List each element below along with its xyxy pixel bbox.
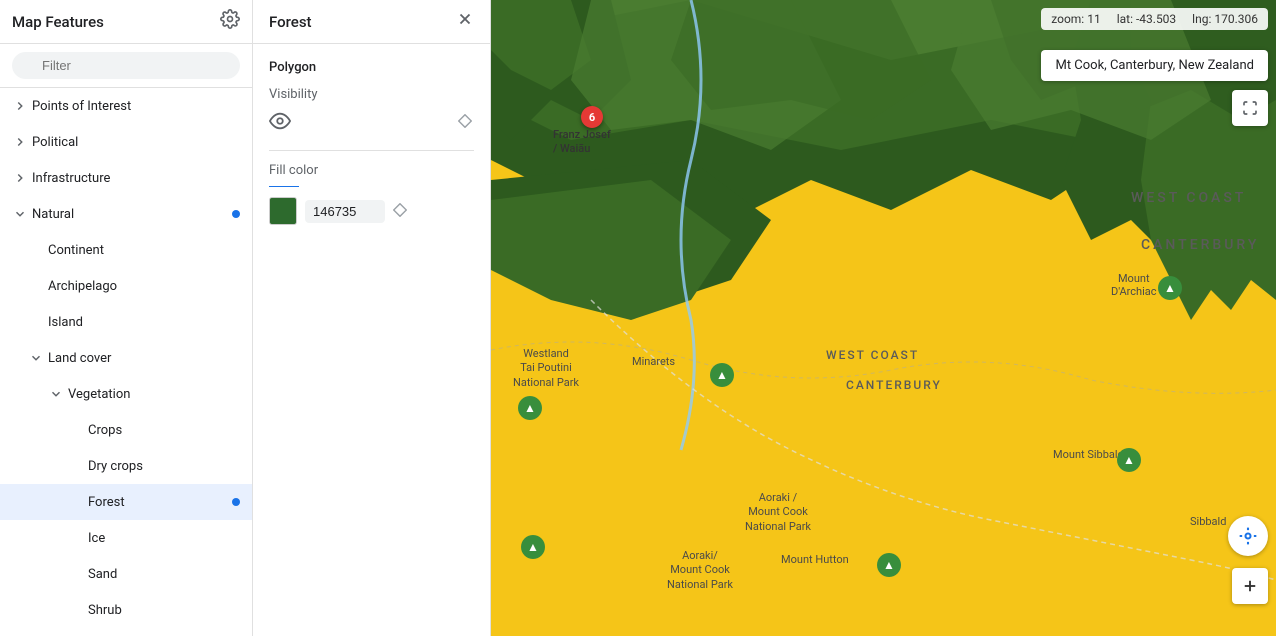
- sidebar-label-island: Island: [48, 315, 240, 330]
- location-button[interactable]: [1228, 516, 1268, 556]
- location-label: Mt Cook, Canterbury, New Zealand: [1041, 50, 1268, 81]
- sidebar-label-vegetation: Vegetation: [68, 387, 240, 402]
- sidebar-header: Map Features: [0, 0, 252, 44]
- park-minarets: Minarets: [632, 355, 675, 369]
- sidebar-item-archipelago[interactable]: Archipelago: [0, 268, 252, 304]
- sidebar-label-natural: Natural: [32, 207, 232, 222]
- minus-line[interactable]: [269, 186, 299, 187]
- panel-body: Polygon Visibility Fill color: [253, 44, 490, 241]
- sidebar-item-natural[interactable]: Natural: [0, 196, 252, 232]
- sidebar-item-forest[interactable]: Forest: [0, 484, 252, 520]
- sidebar-item-continent[interactable]: Continent: [0, 232, 252, 268]
- chevron-icon-points-of-interest: [12, 98, 28, 114]
- chevron-icon-natural: [12, 206, 28, 222]
- filter-input[interactable]: [12, 52, 240, 79]
- park-icon-mount-hutton: ▲: [877, 553, 901, 577]
- park-icon-darchiac: ▲: [1158, 276, 1182, 300]
- fill-color-label: Fill color: [269, 163, 474, 178]
- sidebar-label-sand: Sand: [88, 567, 240, 582]
- fill-color-controls: [269, 186, 299, 187]
- park-icon-westland: ▲: [518, 396, 542, 420]
- eye-icon[interactable]: [269, 110, 293, 134]
- nav-dot-forest: [232, 498, 240, 506]
- lng-label: lng: 170.306: [1192, 12, 1258, 26]
- panel-title: Forest: [269, 13, 312, 31]
- sidebar-item-infrastructure[interactable]: Infrastructure: [0, 160, 252, 196]
- sidebar-item-vegetation[interactable]: Vegetation: [0, 376, 252, 412]
- map-svg: [491, 0, 1276, 636]
- lat-label: lat: -43.503: [1117, 12, 1176, 26]
- sidebar-label-infrastructure: Infrastructure: [32, 171, 240, 186]
- divider: [269, 150, 474, 151]
- sidebar-item-crops[interactable]: Crops: [0, 412, 252, 448]
- gear-icon[interactable]: [220, 9, 240, 34]
- polygon-label: Polygon: [269, 60, 474, 75]
- diamond-icon-visibility[interactable]: [458, 114, 474, 130]
- map-pin[interactable]: 6: [581, 106, 603, 128]
- region-canterbury: CANTERBURY: [1141, 237, 1259, 253]
- panel-header: Forest: [253, 0, 490, 44]
- sidebar-item-tundra[interactable]: Tundra: [0, 628, 252, 636]
- park-westland: WestlandTai PoutiniNational Park: [513, 347, 579, 390]
- nav-dot-natural: [232, 210, 240, 218]
- filter-bar: [0, 44, 252, 88]
- detail-panel: Forest Polygon Visibility Fi: [253, 0, 491, 636]
- sidebar-label-land-cover: Land cover: [48, 351, 240, 366]
- sidebar-title: Map Features: [12, 13, 104, 31]
- chevron-icon-land-cover: [28, 350, 44, 366]
- sidebar-item-shrub[interactable]: Shrub: [0, 592, 252, 628]
- chevron-icon-infrastructure: [12, 170, 28, 186]
- sidebar-label-ice: Ice: [88, 531, 240, 546]
- region-west-coast-2: WEST COAST: [826, 348, 919, 362]
- sidebar-label-crops: Crops: [88, 423, 240, 438]
- sidebar-item-land-cover[interactable]: Land cover: [0, 340, 252, 376]
- zoom-value: 11: [1087, 12, 1101, 26]
- lng-value: 170.306: [1214, 12, 1258, 26]
- sidebar-label-continent: Continent: [48, 243, 240, 258]
- park-mount-hutton: Mount Hutton: [781, 553, 849, 567]
- mountain-sibbald: Mount Sibbald: [1053, 448, 1124, 461]
- sidebar: Map Features Points of Interest Political…: [0, 0, 253, 636]
- sidebar-item-sand[interactable]: Sand: [0, 556, 252, 592]
- park-icon-sibbald: ▲: [1117, 448, 1141, 472]
- map-container[interactable]: zoom: 11 lat: -43.503 lng: 170.306 Mt Co…: [491, 0, 1276, 636]
- park-aoraki-1: Aoraki /Mount CookNational Park: [745, 491, 811, 534]
- chevron-icon-vegetation: [48, 386, 64, 402]
- lat-value: -43.503: [1136, 12, 1176, 26]
- zoom-plus-button[interactable]: [1232, 568, 1268, 604]
- region-west-coast: WEST COAST: [1131, 190, 1246, 206]
- mountain-sibbald-2: Sibbald: [1190, 515, 1226, 528]
- chevron-icon-political: [12, 134, 28, 150]
- region-canterbury-2: CANTERBURY: [846, 378, 942, 392]
- sidebar-label-political: Political: [32, 135, 240, 150]
- color-value-row: [269, 197, 474, 225]
- diamond-icon-color[interactable]: [393, 203, 409, 219]
- park-aoraki-2: Aoraki/Mount CookNational Park: [667, 549, 733, 592]
- nav-list: Points of Interest Political Infrastructur…: [0, 88, 252, 636]
- fill-color-row: [269, 186, 474, 187]
- sidebar-item-island[interactable]: Island: [0, 304, 252, 340]
- sidebar-label-dry-crops: Dry crops: [88, 459, 240, 474]
- mountain-darchiac: MountD'Archiac: [1111, 272, 1157, 298]
- map-info-bar: zoom: 11 lat: -43.503 lng: 170.306: [1041, 8, 1268, 30]
- sidebar-label-points-of-interest: Points of Interest: [32, 99, 240, 114]
- zoom-label: zoom: 11: [1051, 12, 1100, 26]
- park-icon-minarets: ▲: [710, 363, 734, 387]
- color-value-input[interactable]: [305, 200, 385, 223]
- fullscreen-button[interactable]: [1232, 90, 1268, 126]
- sidebar-item-dry-crops[interactable]: Dry crops: [0, 448, 252, 484]
- visibility-row: [269, 110, 474, 134]
- close-button[interactable]: [456, 10, 474, 33]
- sidebar-label-shrub: Shrub: [88, 603, 240, 618]
- sidebar-label-forest: Forest: [88, 495, 232, 510]
- sidebar-item-points-of-interest[interactable]: Points of Interest: [0, 88, 252, 124]
- visibility-label: Visibility: [269, 87, 474, 102]
- sidebar-label-archipelago: Archipelago: [48, 279, 240, 294]
- sidebar-item-ice[interactable]: Ice: [0, 520, 252, 556]
- park-icon-aoraki-1: ▲: [521, 535, 545, 559]
- color-swatch[interactable]: [269, 197, 297, 225]
- sidebar-item-political[interactable]: Political: [0, 124, 252, 160]
- poi-label-franz-josef: Franz Josef/ Waiāu: [553, 128, 611, 157]
